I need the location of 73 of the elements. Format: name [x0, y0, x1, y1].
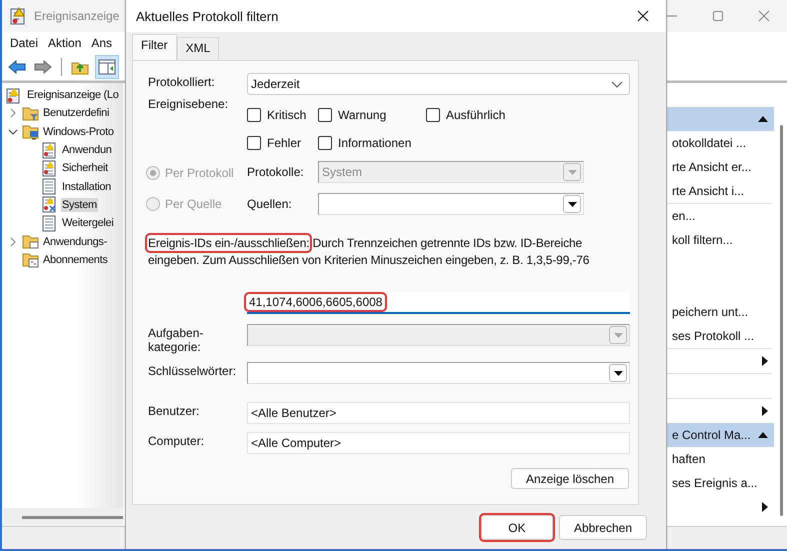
- folder-icon: [22, 233, 39, 250]
- cancel-button[interactable]: Abbrechen: [558, 515, 647, 540]
- field-label: Computer:: [148, 433, 206, 448]
- checkbox[interactable]: Fehler: [247, 134, 318, 152]
- action-item[interactable]: ses Protokoll ...: [666, 329, 754, 343]
- checkbox[interactable]: Kritisch: [247, 106, 318, 124]
- tree-item[interactable]: Windows-Proto: [42, 124, 115, 139]
- field-label: Ereignisebene:: [148, 96, 230, 111]
- tree-item[interactable]: System: [61, 198, 98, 212]
- tree-item[interactable]: Sicherheit: [61, 161, 109, 176]
- action-item[interactable]: otokolldatei ...: [666, 136, 746, 150]
- tree-item[interactable]: Benutzerdefini: [42, 106, 110, 120]
- submenu-arrow-icon[interactable]: [762, 356, 768, 366]
- log-icon: [41, 214, 58, 232]
- tab[interactable]: Filter: [132, 34, 177, 60]
- collapse-arrow-icon[interactable]: [758, 431, 768, 439]
- action-item[interactable]: rte Ansicht i...: [666, 184, 744, 198]
- log-error-icon: [41, 196, 58, 214]
- tree-item[interactable]: Anwendungs-: [42, 234, 108, 249]
- menu-item[interactable]: Datei: [10, 36, 38, 50]
- menu-item[interactable]: Ans: [91, 36, 112, 50]
- action-item[interactable]: ses Ereignis a...: [666, 476, 758, 490]
- checkbox[interactable]: Informationen: [318, 134, 426, 152]
- log-warning-icon: [41, 142, 58, 159]
- menu-item[interactable]: Aktion: [48, 36, 82, 50]
- computer-field[interactable]: <Alle Computer>: [247, 432, 630, 454]
- action-item[interactable]: peichern unt...: [666, 305, 748, 319]
- dialog-title: Aktuelles Protokoll filtern: [136, 8, 280, 24]
- field-label: Protokolle:: [247, 165, 305, 179]
- vertical-scrollbar[interactable]: [780, 125, 783, 516]
- event-viewer-icon: [10, 7, 26, 25]
- action-item[interactable]: haften: [666, 452, 706, 466]
- horizontal-scrollbar[interactable]: [2, 508, 123, 526]
- section-title: e Control Ma...: [671, 428, 751, 442]
- folder-icon: [22, 251, 39, 268]
- log-warning-icon: [41, 160, 58, 177]
- window-title: Ereignisanzeige: [34, 9, 120, 23]
- section-header[interactable]: e Control Ma...: [666, 423, 774, 447]
- folder-computer-icon: [22, 123, 39, 140]
- event-ids-description: Ereignis-IDs ein-/ausschließen: Durch Trennzeichen getrennte IDs bzw. ID-Bereiche eingeben. Zum Ausschließen von Kriterien Minuszeichen eingeben, z. B. 1,3,5-99,-76: [148, 235, 632, 269]
- tree-item[interactable]: Ereignisanzeige (Lo: [26, 88, 120, 102]
- field-label: Protokolliert:: [148, 74, 216, 89]
- event-ids-field[interactable]: 41,1074,6006,6605,6008: [247, 292, 630, 314]
- action-item[interactable]: rte Ansicht er...: [666, 160, 752, 174]
- radio-button: Per Protokoll: [146, 164, 245, 182]
- field-label: Schlüsselwörter:: [148, 363, 238, 378]
- time-dropdown[interactable]: Jederzeit: [247, 73, 630, 95]
- logs-dropdown: System: [318, 161, 584, 183]
- expand-chevron-icon[interactable]: [8, 108, 18, 118]
- collapse-arrow-icon[interactable]: [758, 115, 768, 123]
- folder-filter-icon: [22, 104, 39, 122]
- panel-icon[interactable]: [95, 55, 119, 79]
- checkbox[interactable]: Ausführlich: [426, 106, 506, 124]
- ok-button[interactable]: OK: [480, 515, 553, 540]
- action-item[interactable]: koll filtern...: [666, 233, 733, 247]
- submenu-arrow-icon[interactable]: [762, 406, 768, 416]
- submenu-arrow-icon[interactable]: [762, 502, 768, 512]
- action-item[interactable]: en...: [666, 209, 696, 223]
- radio-button: Per Quelle: [146, 195, 245, 213]
- collapse-chevron-icon[interactable]: [8, 126, 18, 137]
- field-label: Aufgaben-kategorie:: [148, 325, 204, 354]
- tree-item[interactable]: Weitergelei: [61, 216, 115, 230]
- tree-item[interactable]: Installation: [61, 180, 112, 194]
- field-label: Benutzer:: [148, 403, 200, 418]
- user-field[interactable]: <Alle Benutzer>: [247, 402, 630, 424]
- tab[interactable]: XML: [176, 37, 220, 60]
- checkbox[interactable]: Warnung: [318, 106, 426, 124]
- field-label: Quellen:: [247, 197, 293, 211]
- tree-item[interactable]: Anwendun: [61, 143, 113, 158]
- expand-chevron-icon[interactable]: [8, 236, 18, 247]
- tree-item[interactable]: Abonnements: [42, 252, 109, 267]
- log-icon: [41, 178, 58, 196]
- clear-button[interactable]: Anzeige löschen: [510, 468, 629, 489]
